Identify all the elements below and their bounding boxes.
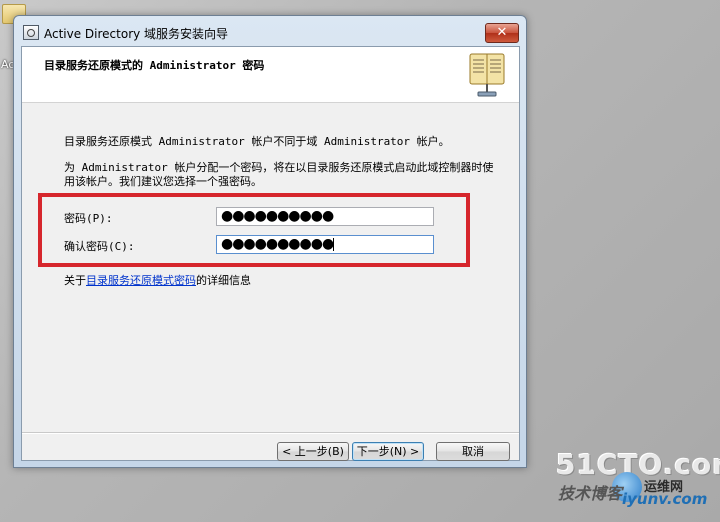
password-value: ●●●●●●●●●● xyxy=(221,208,334,224)
next-button[interactable]: 下一步(N) > xyxy=(352,442,424,461)
more-info-link[interactable]: 目录服务还原模式密码 xyxy=(86,274,196,287)
more-info-line: 关于目录服务还原模式密码的详细信息 xyxy=(64,272,251,288)
title-bar[interactable]: Active Directory 域服务安装向导 ✕ xyxy=(14,16,526,46)
wizard-header: 目录服务还原模式的 Administrator 密码 xyxy=(22,47,519,103)
book-icon xyxy=(469,53,505,97)
confirm-password-label: 确认密码(C): xyxy=(64,240,135,253)
confirm-password-value: ●●●●●●●●●● xyxy=(221,236,334,252)
watermark: 51CTO.com 技术博客 运维网 iyunv.com xyxy=(556,446,720,516)
ad-ds-install-wizard-window: Active Directory 域服务安装向导 ✕ 目录服务还原模式的 Adm… xyxy=(13,15,527,468)
app-icon xyxy=(23,25,39,40)
instruction-paragraph: 为 Administrator 帐户分配一个密码，将在以目录服务还原模式启动此域… xyxy=(64,161,494,188)
close-button[interactable]: ✕ xyxy=(485,23,519,43)
window-title: Active Directory 域服务安装向导 xyxy=(44,27,229,41)
intro-paragraph: 目录服务还原模式 Administrator 帐户不同于域 Administra… xyxy=(64,135,450,148)
confirm-password-field[interactable]: ●●●●●●●●●● xyxy=(216,235,434,254)
more-info-suffix: 的详细信息 xyxy=(196,274,251,287)
wizard-client-area: 目录服务还原模式的 Administrator 密码 目录服务还原模式 Admi… xyxy=(21,46,520,461)
back-button[interactable]: < 上一步(B) xyxy=(277,442,349,461)
cancel-button[interactable]: 取消 xyxy=(436,442,510,461)
password-field[interactable]: ●●●●●●●●●● xyxy=(216,207,434,226)
footer-separator xyxy=(22,432,519,434)
watermark-tagline: 技术博客 xyxy=(558,484,623,503)
more-info-prefix: 关于 xyxy=(64,274,86,287)
text-caret xyxy=(333,237,335,251)
highlight-annotation-box xyxy=(38,193,470,267)
watermark-site: iyunv.com xyxy=(622,490,708,508)
password-label: 密码(P): xyxy=(64,212,113,225)
page-title: 目录服务还原模式的 Administrator 密码 xyxy=(44,59,265,72)
